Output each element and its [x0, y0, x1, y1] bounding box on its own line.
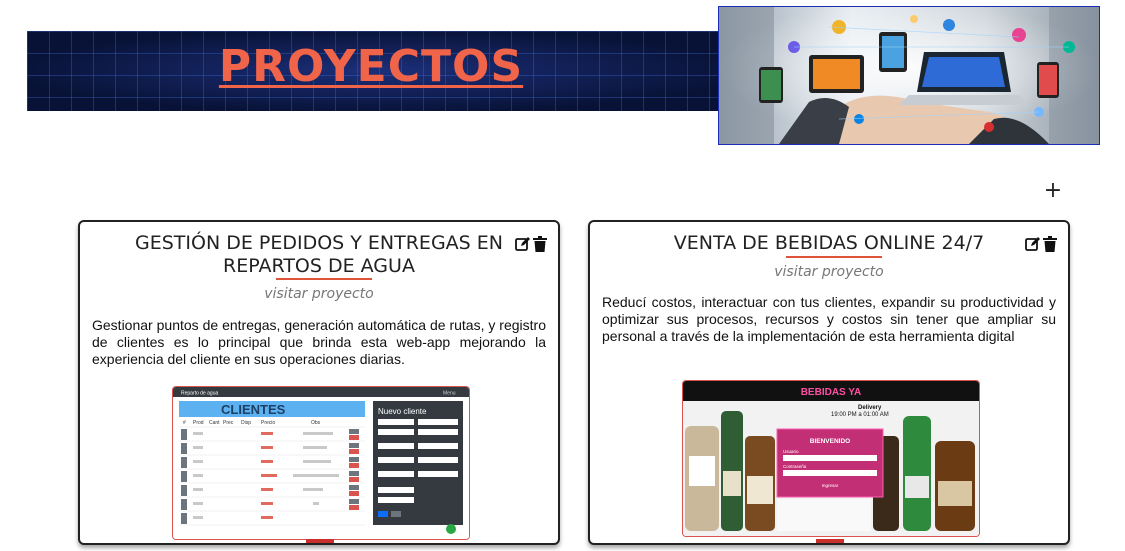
edit-icon[interactable] [515, 236, 530, 252]
bebidas-app-preview: BEBIDAS YA Delivery 19:00 PM a 01:00 AM … [683, 381, 979, 536]
hero-image [718, 6, 1100, 145]
card-actions [1025, 236, 1058, 252]
preview-col: # [183, 420, 186, 426]
add-project-button[interactable]: + [1043, 178, 1063, 204]
preview-user-label: Usuario [783, 449, 799, 454]
project-card: VENTA DE BEBIDAS ONLINE 24/7 visitar pro… [588, 220, 1070, 545]
preview-col: Disp [241, 420, 251, 426]
project-title: VENTA DE BEBIDAS ONLINE 24/7 [673, 232, 985, 254]
preview-col: Cant [209, 420, 220, 426]
carousel-indicator[interactable] [306, 539, 334, 543]
project-card: GESTIÓN DE PEDIDOS Y ENTREGAS EN REPARTO… [78, 220, 560, 545]
trash-icon[interactable] [1043, 236, 1058, 252]
preview-welcome: BIENVENIDO [810, 438, 850, 445]
project-title: GESTIÓN DE PEDIDOS Y ENTREGAS EN REPARTO… [135, 232, 503, 277]
visit-project-link[interactable]: visitar proyecto [590, 264, 1068, 280]
preview-login-button: Ingresar [822, 483, 839, 488]
preview-app-name: Reparto de agua [181, 391, 218, 397]
preview-heading: CLIENTES [221, 402, 286, 417]
preview-brand: BEBIDAS YA [801, 387, 862, 398]
plus-icon: + [1043, 178, 1063, 203]
title-underline [276, 278, 372, 280]
page-title: PROYECTOS [218, 41, 524, 92]
preview-hours: 19:00 PM a 01:00 AM [831, 412, 889, 418]
preview-col: Prec [223, 420, 234, 426]
clientes-app-preview: Reparto de agua Menu CLIENTES # Prod Can… [173, 387, 469, 539]
preview-delivery: Delivery [858, 405, 882, 411]
title-underline [786, 256, 882, 258]
header-banner: PROYECTOS [27, 31, 727, 111]
card-actions [515, 236, 548, 252]
preview-col: Precio [261, 420, 275, 426]
project-description: Gestionar puntos de entregas, generación… [92, 317, 546, 367]
trash-icon[interactable] [533, 236, 548, 252]
project-screenshot[interactable]: Reparto de agua Menu CLIENTES # Prod Can… [172, 386, 470, 540]
preview-password-label: Contraseña [783, 464, 807, 469]
visit-project-link[interactable]: visitar proyecto [80, 286, 558, 302]
project-screenshot[interactable]: BEBIDAS YA Delivery 19:00 PM a 01:00 AM … [682, 380, 980, 537]
edit-icon[interactable] [1025, 236, 1040, 252]
preview-form-title: Nuevo cliente [378, 407, 427, 416]
preview-menu: Menu [443, 391, 456, 397]
carousel-indicator[interactable] [816, 539, 844, 543]
preview-col: Prod [193, 420, 204, 426]
preview-col: Obs [311, 420, 321, 426]
project-description: Reducí costos, interactuar con tus clien… [602, 294, 1056, 344]
